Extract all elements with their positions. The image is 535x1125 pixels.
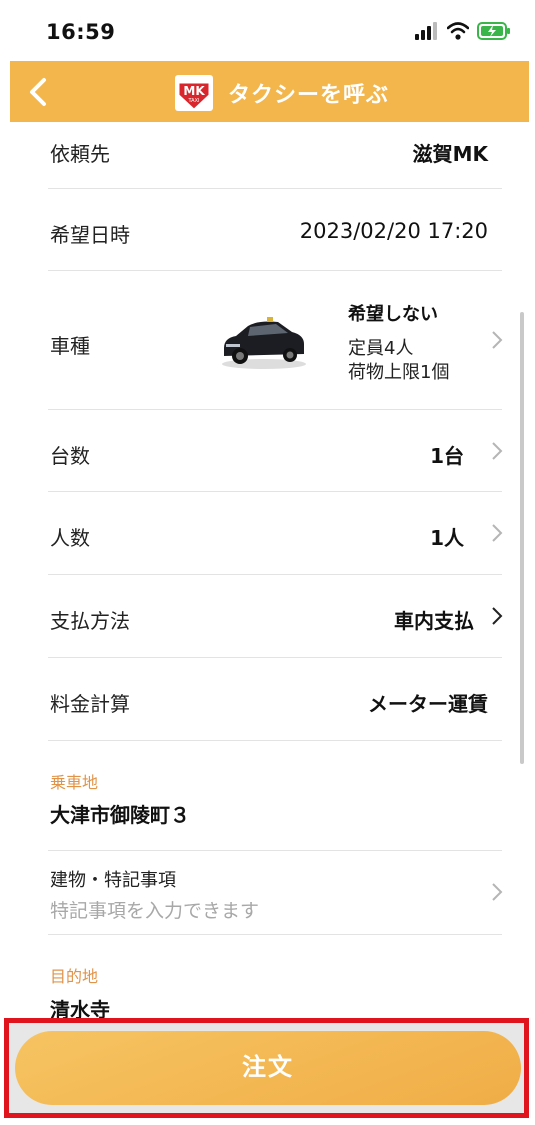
payment-method-value: 車内支払 [394,609,474,633]
app-header: MK TAXI タクシーを呼ぶ [10,61,529,122]
passenger-count-row[interactable]: 人数 1人 [48,491,503,575]
datetime-label: 希望日時 [50,223,130,247]
mk-taxi-logo: MK TAXI [175,75,213,111]
status-bar: 16:59 [0,0,535,60]
payment-method-label: 支払方法 [50,609,130,633]
car-type-row[interactable]: 車種 希望しない 定員4人 荷物上限1個 [48,270,503,410]
notes-input[interactable]: 特記事項を入力できます [50,896,259,923]
pickup-value: 大津市御陵町３ [50,803,190,827]
passenger-count-label: 人数 [50,526,90,550]
pickup-location-row[interactable]: 乗車地 大津市御陵町３ [48,740,502,851]
chevron-right-icon [492,524,503,542]
notes-label: 建物・特記事項 [50,870,176,891]
fare-calculation-value: メーター運賃 [368,692,488,716]
notes-row[interactable]: 建物・特記事項 特記事項を入力できます [48,850,503,935]
order-button[interactable]: 注文 [15,1031,521,1105]
signal-icon [415,22,437,40]
requestee-label: 依頼先 [50,142,110,166]
fare-calculation-row: 料金計算 メーター運賃 [48,657,502,741]
datetime-row[interactable]: 希望日時 2023/02/20 17:20 [48,188,502,271]
car-count-label: 台数 [50,444,90,468]
car-type-value: 希望しない [348,304,438,325]
logo-subtext: TAXI [188,98,200,104]
wifi-icon [447,22,469,40]
logo-text: MK [183,84,205,98]
chevron-right-icon [492,331,503,349]
car-capacity: 定員4人 [348,338,414,359]
passenger-count-value: 1人 [430,526,464,550]
requestee-value: 滋賀MK [412,142,488,166]
back-button[interactable] [22,75,56,109]
chevron-right-icon [492,883,503,901]
car-luggage: 荷物上限1個 [348,362,450,383]
page-title: タクシーを呼ぶ [228,83,390,108]
requestee-row: 依頼先 滋賀MK [48,122,502,189]
car-count-row[interactable]: 台数 1台 [48,409,503,492]
chevron-right-icon [492,442,503,460]
destination-row[interactable]: 目的地 清水寺 [48,934,502,1024]
fare-calculation-label: 料金計算 [50,692,130,716]
chevron-right-icon [492,607,503,625]
battery-charging-icon [477,22,510,40]
car-count-value: 1台 [430,444,464,468]
status-time: 16:59 [46,20,116,44]
order-button-label: 注文 [242,1054,294,1081]
destination-label: 目的地 [50,967,99,986]
payment-method-row[interactable]: 支払方法 車内支払 [48,574,503,658]
status-icons [415,20,511,42]
car-type-label: 車種 [50,334,90,358]
datetime-value: 2023/02/20 17:20 [299,219,488,243]
pickup-label: 乗車地 [50,773,99,792]
taxi-car-image [222,317,306,369]
scrollbar[interactable] [520,312,524,764]
